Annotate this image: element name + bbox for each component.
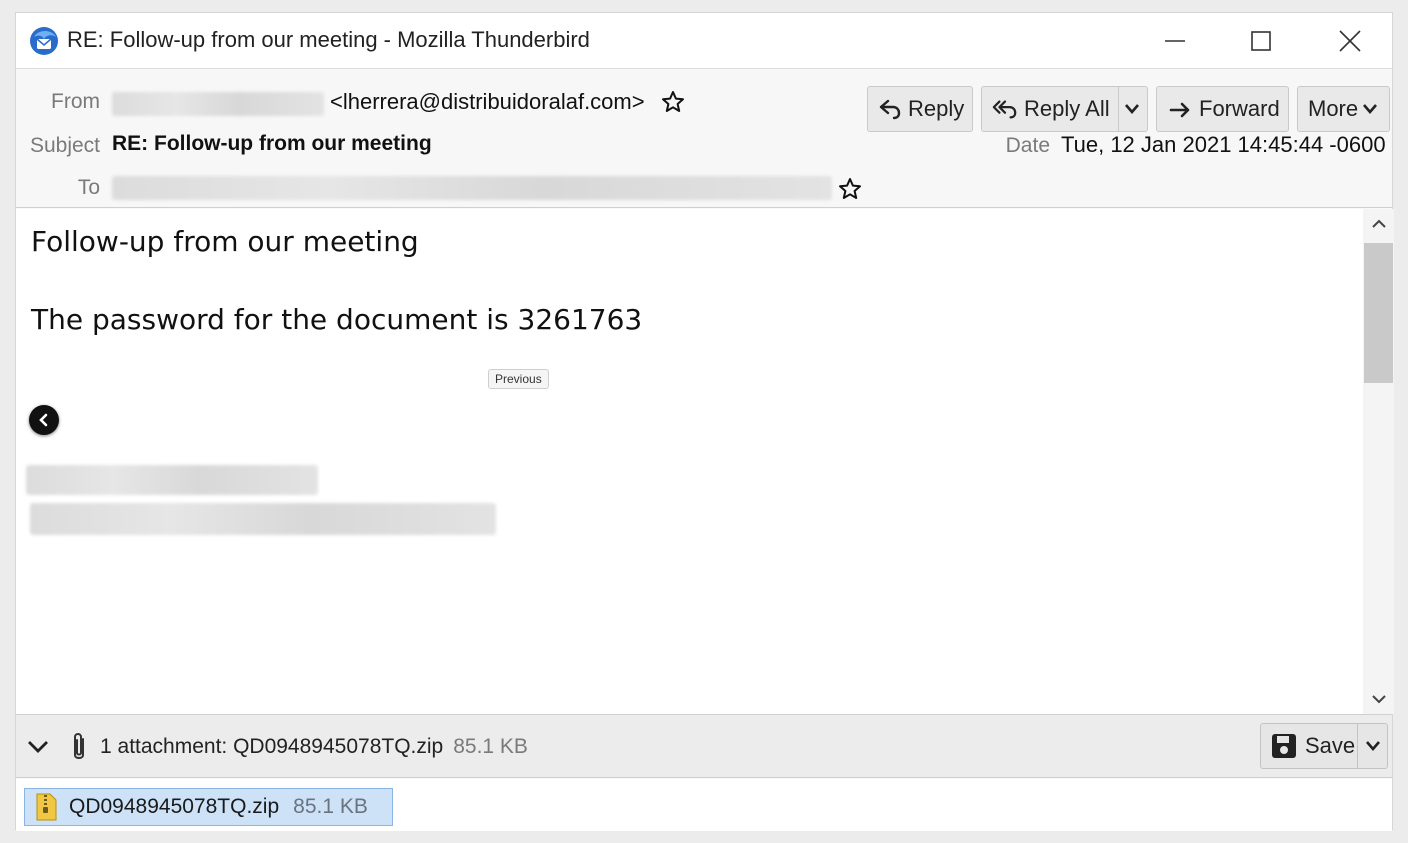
reply-label: Reply <box>908 96 965 121</box>
chevron-down-icon <box>1371 695 1386 704</box>
attachment-summary[interactable]: 1 attachment: QD0948945078TQ.zip 85.1 KB <box>100 735 528 759</box>
forward-button[interactable]: Forward <box>1156 86 1289 132</box>
scroll-down-button[interactable] <box>1363 686 1394 712</box>
save-disk-icon <box>1272 734 1296 758</box>
subject-label: Subject <box>29 134 100 157</box>
reply-all-dropdown[interactable] <box>1117 87 1146 131</box>
date-label: Date <box>1005 134 1050 157</box>
from-email[interactable]: <lherrera@distribuidoralaf.com> <box>330 89 645 115</box>
minimize-button[interactable] <box>1152 21 1198 61</box>
from-label: From <box>51 90 100 113</box>
attachment-bar: 1 attachment: QD0948945078TQ.zip 85.1 KB … <box>16 714 1392 778</box>
chevron-up-icon <box>1371 219 1386 228</box>
forward-arrow-icon <box>1169 102 1190 118</box>
chevron-down-icon <box>28 741 48 753</box>
attachment-file-size: 85.1 KB <box>293 795 368 818</box>
signature-name-redacted <box>26 465 318 495</box>
attachment-toggle[interactable] <box>24 735 52 759</box>
reply-button[interactable]: Reply <box>867 86 973 132</box>
attachment-list: QD0948945078TQ.zip 85.1 KB <box>16 779 1392 831</box>
subject-value: RE: Follow-up from our meeting <box>112 132 432 155</box>
sender-name-redacted <box>112 92 324 116</box>
chevron-down-icon <box>1365 741 1380 751</box>
attachment-file-name: QD0948945078TQ.zip <box>69 795 280 818</box>
paperclip-icon <box>74 733 84 759</box>
recipients-redacted <box>112 176 832 200</box>
to-label: To <box>77 176 100 199</box>
minimize-icon <box>1165 40 1185 42</box>
reply-all-arrow-icon <box>992 100 1017 119</box>
previous-button[interactable] <box>29 405 59 435</box>
scroll-thumb[interactable] <box>1364 243 1393 383</box>
attachment-summary-size: 85.1 KB <box>453 735 528 758</box>
save-button[interactable]: Save <box>1260 723 1388 769</box>
save-label: Save <box>1305 733 1356 758</box>
reply-arrow-icon <box>879 99 901 120</box>
vertical-scrollbar[interactable] <box>1363 209 1394 714</box>
chevron-down-icon <box>1125 104 1140 114</box>
close-icon <box>1339 30 1361 52</box>
save-dropdown[interactable] <box>1357 724 1387 768</box>
star-icon[interactable] <box>661 90 685 114</box>
more-label: More <box>1308 96 1359 121</box>
window-title: RE: Follow-up from our meeting - Mozilla… <box>67 27 590 52</box>
message-body: Follow-up from our meeting The password … <box>16 209 1363 714</box>
forward-label: Forward <box>1199 96 1280 121</box>
body-heading: Follow-up from our meeting <box>31 225 419 258</box>
reply-all-label: Reply All <box>1024 96 1110 121</box>
close-button[interactable] <box>1327 21 1373 61</box>
reply-all-button[interactable]: Reply All <box>981 86 1148 132</box>
chevron-down-icon <box>1363 104 1378 114</box>
star-icon[interactable] <box>838 177 862 201</box>
previous-tooltip: Previous <box>488 369 549 389</box>
thunderbird-window: RE: Follow-up from our meeting - Mozilla… <box>15 12 1394 831</box>
maximize-button[interactable] <box>1238 21 1284 61</box>
chevron-left-icon <box>39 413 48 427</box>
scroll-up-button[interactable] <box>1363 211 1394 237</box>
thunderbird-icon <box>30 27 58 55</box>
attachment-item[interactable]: QD0948945078TQ.zip 85.1 KB <box>24 788 393 826</box>
message-header: From <lherrera@distribuidoralaf.com> Sub… <box>16 70 1392 208</box>
zip-file-icon <box>36 793 57 821</box>
title-bar: RE: Follow-up from our meeting - Mozilla… <box>16 13 1392 69</box>
maximize-icon <box>1251 31 1271 51</box>
date-value: Tue, 12 Jan 2021 14:45:44 -0600 <box>1061 132 1386 157</box>
attachment-summary-text: 1 attachment: QD0948945078TQ.zip <box>100 735 444 758</box>
signature-details-redacted <box>30 503 496 535</box>
more-button[interactable]: More <box>1297 86 1390 132</box>
body-password-line: The password for the document is 3261763 <box>31 303 643 336</box>
